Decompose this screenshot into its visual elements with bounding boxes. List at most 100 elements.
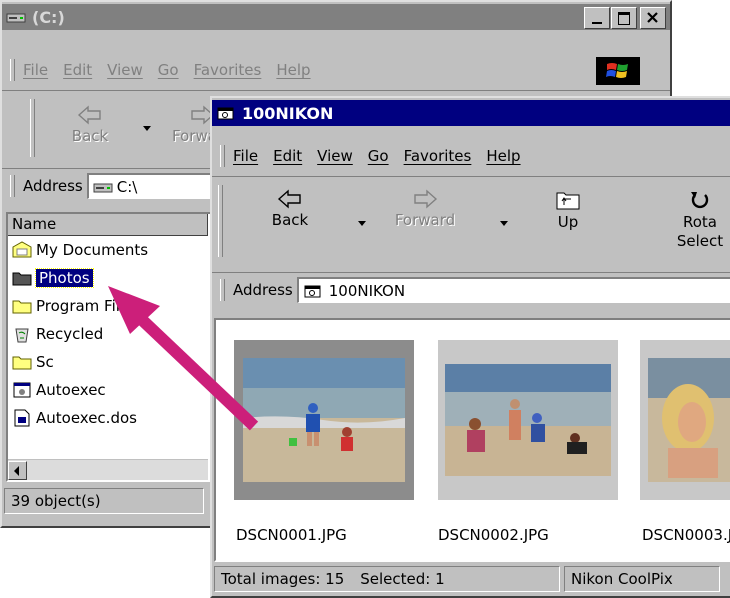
- drive-c-title-bar[interactable]: (C:): [2, 4, 670, 30]
- list-item-photos[interactable]: Photos: [12, 264, 94, 292]
- menu-grip[interactable]: [220, 145, 225, 167]
- back-dropdown-arrow[interactable]: [143, 126, 151, 131]
- address-label: Address: [233, 281, 293, 299]
- back-label: Back: [271, 211, 309, 229]
- list-item-autoexec[interactable]: Autoexec: [12, 376, 106, 404]
- list-item-sc[interactable]: Sc: [12, 348, 54, 376]
- minimize-button[interactable]: [584, 7, 610, 29]
- menu-view[interactable]: View: [317, 147, 353, 165]
- list-item-label: Photos: [35, 268, 94, 288]
- folder-icon: [12, 356, 32, 370]
- status-camera-model: Nikon CoolPix: [564, 566, 720, 592]
- rotate-label-line-1: Rota: [683, 213, 717, 231]
- menu-go[interactable]: Go: [368, 147, 389, 165]
- folder-icon: [12, 300, 32, 314]
- status-camera-text: Nikon CoolPix: [571, 570, 673, 588]
- list-item-program-files[interactable]: Program Files: [12, 292, 137, 320]
- menu-favorites[interactable]: Favorites: [404, 147, 472, 165]
- my-documents-icon: [12, 241, 32, 258]
- maximize-icon: [618, 12, 630, 25]
- thumbnail-filename: DSCN0002.JPG: [438, 526, 549, 544]
- forward-button[interactable]: Forward: [388, 189, 462, 230]
- list-item-label: Autoexec: [36, 381, 106, 399]
- status-total-images: Total images: 15 Selected: 1: [214, 566, 560, 592]
- name-column-header[interactable]: Name: [8, 214, 208, 236]
- address-input[interactable]: 100NIKON: [296, 277, 730, 303]
- batch-file-icon: [13, 382, 31, 398]
- forward-label: Forward: [394, 211, 456, 229]
- list-item-label: Program Files: [36, 297, 137, 315]
- close-button[interactable]: [640, 7, 666, 29]
- camera-folder-icon: [217, 107, 234, 120]
- back-button[interactable]: Back: [258, 189, 322, 230]
- list-item-recycled[interactable]: Recycled: [12, 320, 103, 348]
- thumbnail-frame: [640, 340, 730, 500]
- menu-edit[interactable]: Edit: [273, 147, 302, 165]
- toolbar-grip[interactable]: [218, 185, 223, 257]
- window-title: (C:): [32, 7, 65, 27]
- address-grip[interactable]: [220, 279, 225, 301]
- caption-buttons: [583, 7, 666, 29]
- windows-logo-icon: [596, 57, 640, 85]
- nikon-toolbar: Back Forward Up Rota Select: [212, 176, 730, 269]
- forward-arrow-icon: [414, 189, 438, 209]
- list-item-my-documents[interactable]: My Documents: [12, 236, 148, 264]
- beach-photo-2: [445, 364, 611, 476]
- toolbar-grip[interactable]: [30, 99, 35, 157]
- back-dropdown-arrow[interactable]: [358, 221, 366, 226]
- menu-edit[interactable]: Edit: [63, 61, 92, 79]
- address-value: 100NIKON: [328, 281, 406, 300]
- rotate-label-line-2: Select: [676, 232, 724, 250]
- menu-view[interactable]: View: [107, 61, 143, 79]
- status-selected-text: Selected: 1: [360, 570, 445, 588]
- address-label: Address: [23, 177, 83, 195]
- thumbnail-item[interactable]: DSCN0003.JPG: [640, 340, 730, 552]
- up-label: Up: [557, 213, 579, 231]
- thumbnail-filename: DSCN0003.JPG: [642, 526, 730, 544]
- thumbnail-item[interactable]: DSCN0001.JPG: [234, 340, 418, 552]
- thumbnail-item[interactable]: DSCN0002.JPG: [438, 340, 622, 552]
- back-button[interactable]: Back: [60, 105, 120, 146]
- close-icon: [647, 12, 658, 23]
- beach-photo-1: [243, 358, 405, 482]
- status-total-text: Total images: 15: [221, 570, 345, 588]
- minimize-icon: [592, 22, 602, 24]
- thumbnail-filename: DSCN0001.JPG: [236, 526, 347, 544]
- thumbnail-frame: [438, 340, 618, 500]
- list-item-label: My Documents: [36, 241, 149, 259]
- horizontal-scrollbar[interactable]: [8, 459, 208, 480]
- thumbnail-view: DSCN0001.JPG DSCN0002.JPG DSCN0003.: [214, 318, 730, 562]
- system-file-icon: [14, 409, 30, 427]
- rotate-selected-button[interactable]: Rota Select: [668, 189, 730, 251]
- nikon-title-bar[interactable]: 100NIKON: [212, 100, 730, 126]
- nikon-address-bar: Address 100NIKON: [212, 272, 730, 307]
- name-column-label: Name: [12, 215, 57, 233]
- list-item-autoexec-dos[interactable]: Autoexec.dos: [12, 404, 137, 432]
- menu-favorites[interactable]: Favorites: [194, 61, 262, 79]
- scroll-left-button[interactable]: [8, 461, 27, 480]
- menu-help[interactable]: Help: [276, 61, 310, 79]
- list-item-label: Sc: [36, 353, 54, 371]
- menu-grip[interactable]: [10, 59, 15, 81]
- scroll-left-icon: [14, 466, 19, 476]
- recycle-bin-icon: [15, 328, 29, 343]
- address-value: C:\: [116, 177, 138, 196]
- up-button[interactable]: Up: [540, 189, 596, 232]
- drive-c-menu-bar: File Edit View Go Favorites Help: [2, 56, 670, 85]
- menu-file[interactable]: File: [233, 147, 258, 165]
- list-item-label: Autoexec.dos: [36, 409, 137, 427]
- object-count-text: 39 object(s): [11, 492, 101, 510]
- nikon-folder-window: 100NIKON File Edit View Go Favorites Hel…: [210, 96, 730, 598]
- beach-photo-3: [648, 358, 730, 482]
- list-item-label: Recycled: [36, 325, 104, 343]
- nikon-menu-bar: File Edit View Go Favorites Help: [212, 142, 730, 170]
- address-grip[interactable]: [10, 175, 15, 197]
- back-label: Back: [71, 127, 109, 145]
- drive-icon: [93, 183, 113, 192]
- window-title: 100NIKON: [242, 103, 334, 123]
- menu-go[interactable]: Go: [158, 61, 179, 79]
- maximize-button[interactable]: [611, 7, 637, 29]
- menu-file[interactable]: File: [23, 61, 48, 79]
- forward-dropdown-arrow[interactable]: [500, 221, 508, 226]
- menu-help[interactable]: Help: [486, 147, 520, 165]
